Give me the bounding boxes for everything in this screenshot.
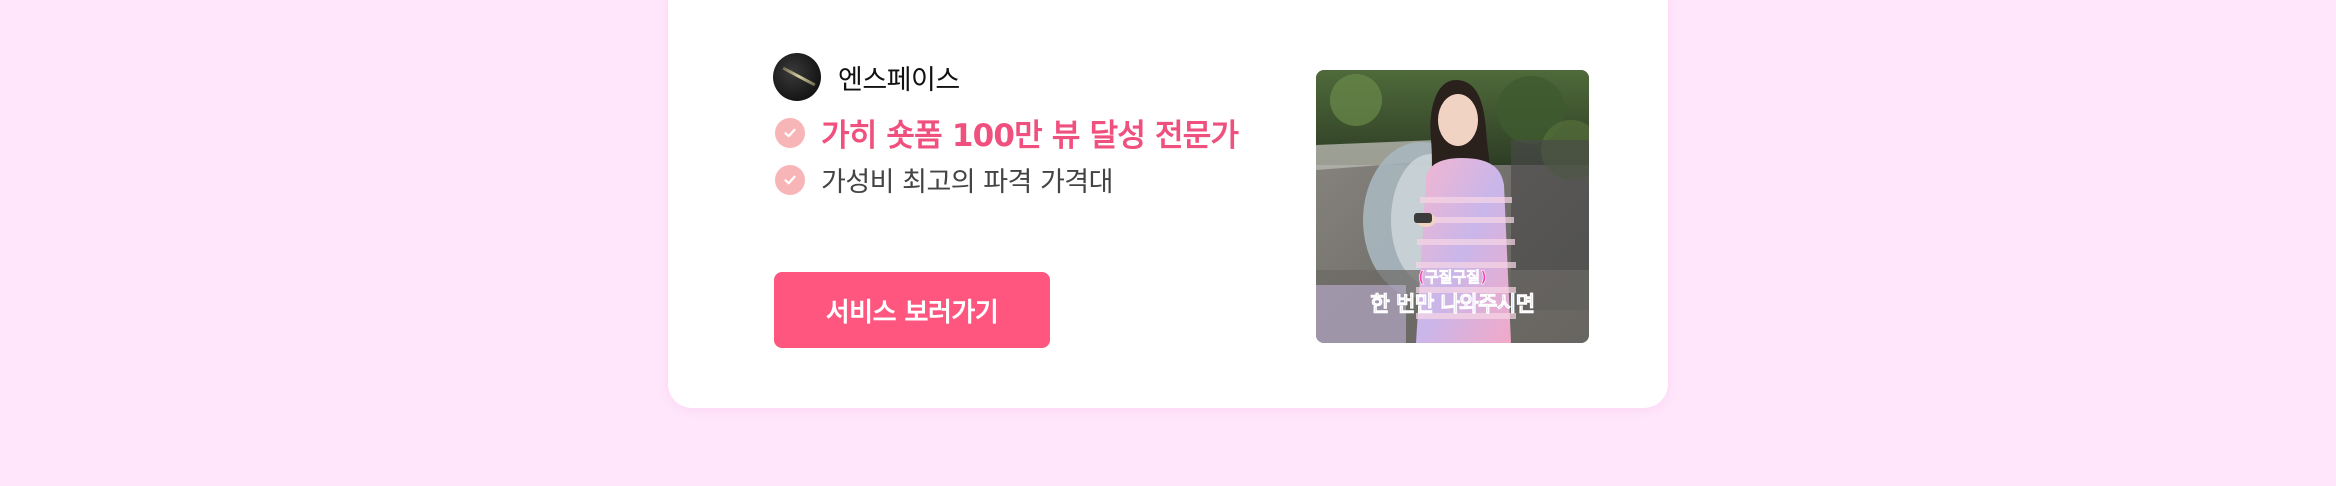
feature-text: 가히 숏폼 100만 뷰 달성 전문가 — [821, 118, 1239, 154]
video-thumbnail[interactable]: (구질구질) 한 번만 나와주시면 — [1316, 70, 1589, 343]
thumbnail-caption-top: (구질구질) — [1418, 268, 1488, 287]
view-service-button[interactable]: 서비스 보러가기 — [774, 272, 1050, 348]
brand-avatar — [773, 53, 821, 101]
check-icon — [775, 117, 805, 148]
thumbnail-caption: 한 번만 나와주시면 — [1370, 292, 1535, 317]
check-icon — [775, 164, 805, 195]
feature-item: 가성비 최고의 파격 가격대 — [775, 160, 1114, 199]
feature-highlight: 가히 숏폼 100만 뷰 달성 전문가 — [775, 110, 1239, 155]
service-card: 엔스페이스 가히 숏폼 100만 뷰 달성 전문가 가성비 최고의 파격 가격대… — [668, 0, 1668, 408]
feature-text: 가성비 최고의 파격 가격대 — [821, 167, 1114, 198]
brand-name: 엔스페이스 — [838, 64, 960, 96]
brand: 엔스페이스 — [773, 53, 960, 101]
